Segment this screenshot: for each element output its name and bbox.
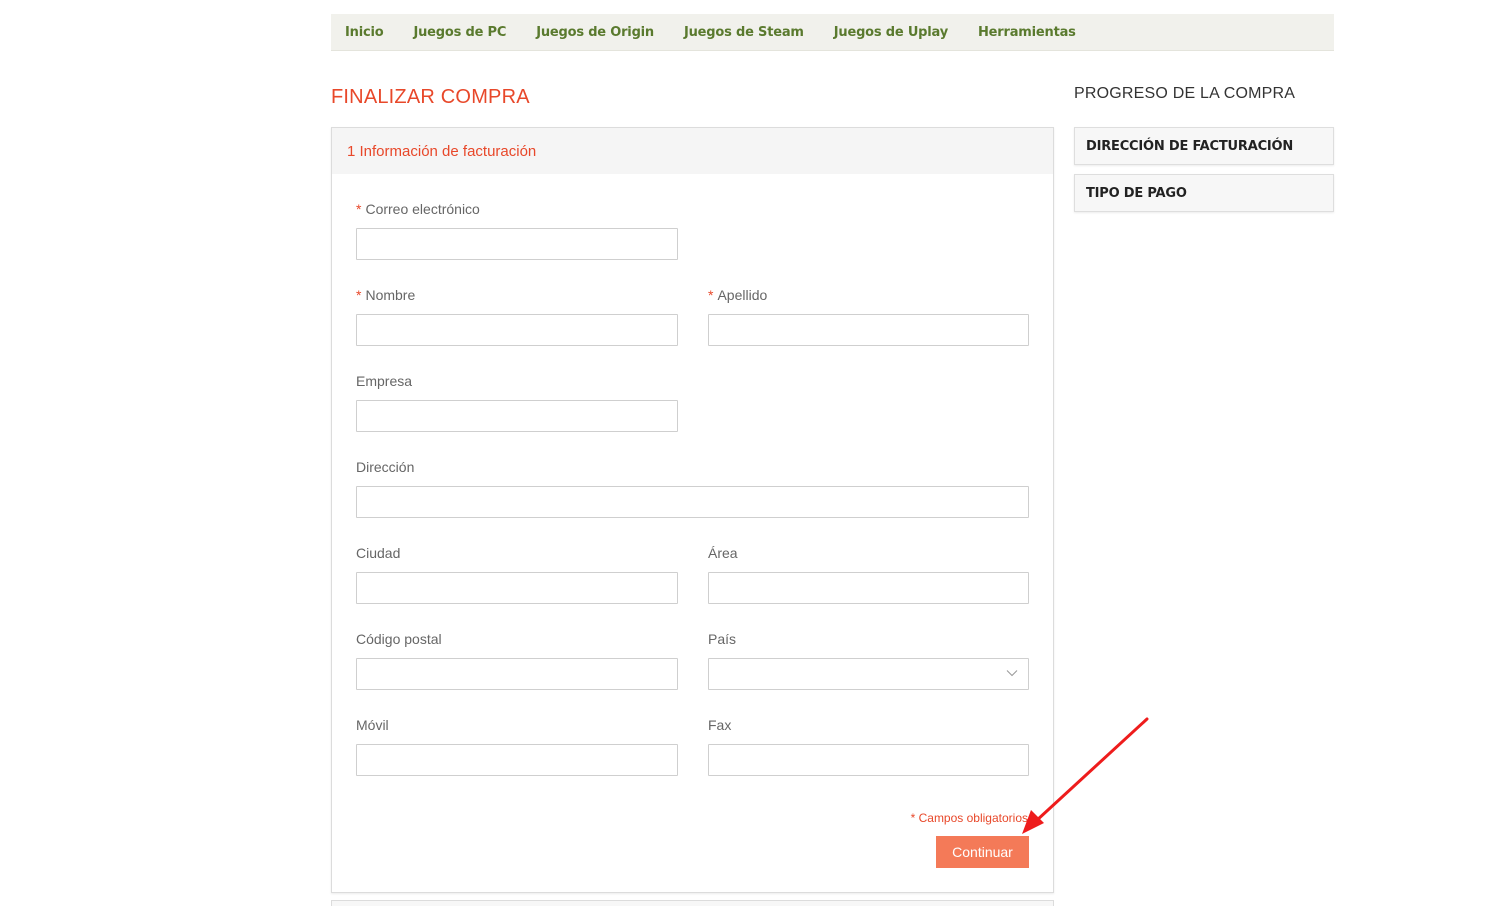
email-label: * Correo electrónico xyxy=(356,201,480,217)
required-asterisk: * xyxy=(356,201,362,217)
last-name-field[interactable] xyxy=(709,315,1028,345)
address-label: Dirección xyxy=(356,459,415,475)
fax-field[interactable] xyxy=(709,745,1028,775)
required-asterisk: * xyxy=(356,287,362,303)
city-field-box xyxy=(356,572,678,604)
continue-button[interactable]: Continuar xyxy=(936,836,1029,868)
city-field[interactable] xyxy=(357,573,677,603)
last-name-field-box xyxy=(708,314,1029,346)
first-name-label: * Nombre xyxy=(356,287,415,303)
fax-label: Fax xyxy=(708,717,732,733)
chevron-down-icon xyxy=(1006,670,1018,677)
next-section-panel-edge xyxy=(331,900,1054,906)
first-name-label-text: Nombre xyxy=(365,287,416,303)
mobile-field[interactable] xyxy=(357,745,677,775)
company-label: Empresa xyxy=(356,373,413,389)
nav-item-herramientas[interactable]: Herramientas xyxy=(978,25,1076,40)
postal-code-label: Código postal xyxy=(356,631,442,647)
nav-item-juegos-pc[interactable]: Juegos de PC xyxy=(413,25,506,40)
sidebar-step-billing-address[interactable]: DIRECCIÓN DE FACTURACIÓN xyxy=(1074,127,1334,165)
nav-item-juegos-uplay[interactable]: Juegos de Uplay xyxy=(834,25,948,40)
fax-field-box xyxy=(708,744,1029,776)
first-name-field-box xyxy=(356,314,678,346)
address-field-box xyxy=(356,486,1029,518)
billing-section-header[interactable]: 1 Información de facturación xyxy=(332,128,1053,174)
billing-section-title: 1 Información de facturación xyxy=(347,142,537,160)
email-field-box xyxy=(356,228,678,260)
company-field[interactable] xyxy=(357,401,677,431)
nav-item-inicio[interactable]: Inicio xyxy=(345,25,384,40)
nav-item-juegos-origin[interactable]: Juegos de Origin xyxy=(536,25,654,40)
area-label: Área xyxy=(708,545,738,561)
postal-code-field[interactable] xyxy=(357,659,677,689)
top-navigation: Inicio Juegos de PC Juegos de Origin Jue… xyxy=(331,14,1334,51)
page-title: FINALIZAR COMPRA xyxy=(331,86,530,108)
last-name-label: * Apellido xyxy=(708,287,767,303)
required-asterisk: * xyxy=(708,287,714,303)
billing-panel: 1 Información de facturación * Correo ele… xyxy=(331,127,1054,893)
email-field[interactable] xyxy=(357,229,677,259)
nav-item-juegos-steam[interactable]: Juegos de Steam xyxy=(684,25,804,40)
mobile-field-box xyxy=(356,744,678,776)
country-label: País xyxy=(708,631,737,647)
sidebar-title: PROGRESO DE LA COMPRA xyxy=(1074,85,1296,102)
area-field-box xyxy=(708,572,1029,604)
area-field[interactable] xyxy=(709,573,1028,603)
company-field-box xyxy=(356,400,678,432)
mobile-label: Móvil xyxy=(356,717,389,733)
email-label-text: Correo electrónico xyxy=(365,201,480,217)
required-fields-note: * Campos obligatorios xyxy=(910,811,1028,825)
address-field[interactable] xyxy=(357,487,1028,517)
sidebar-step-payment-type[interactable]: TIPO DE PAGO xyxy=(1074,174,1334,212)
first-name-field[interactable] xyxy=(357,315,677,345)
last-name-label-text: Apellido xyxy=(717,287,768,303)
country-select[interactable] xyxy=(708,658,1029,690)
checkout-page: Inicio Juegos de PC Juegos de Origin Jue… xyxy=(0,0,1505,906)
postal-code-field-box xyxy=(356,658,678,690)
city-label: Ciudad xyxy=(356,545,401,561)
